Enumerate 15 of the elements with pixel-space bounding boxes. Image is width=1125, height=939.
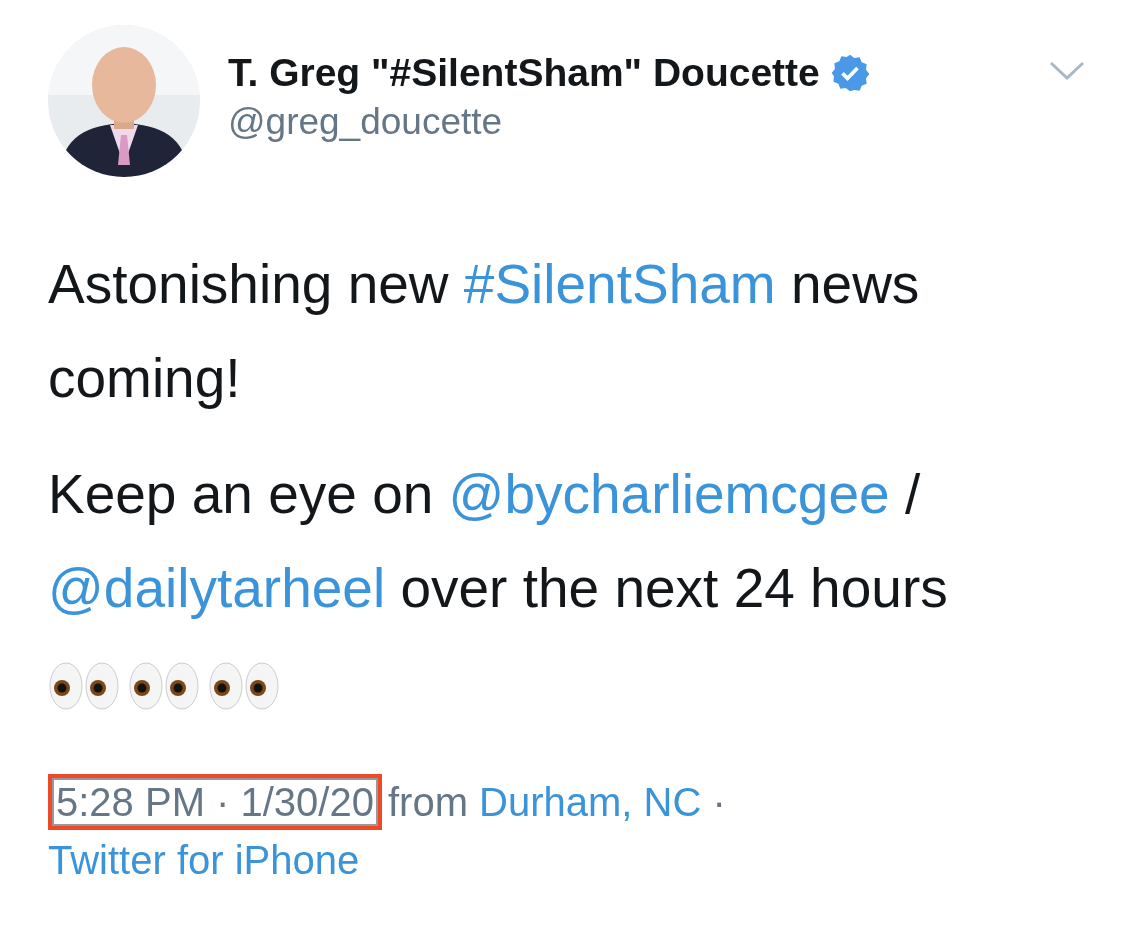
tweet-text: Astonishing new #SilentSham news coming! — [48, 252, 921, 411]
tweet-meta: 5:28 PM · 1/30/20 from Durham, NC · Twitter for iPhone — [48, 773, 968, 889]
eyes-icon — [128, 661, 202, 711]
chevron-down-icon[interactable] — [1049, 61, 1085, 81]
link[interactable]: @dailytarheel — [48, 557, 386, 619]
author-name[interactable]: T. Greg "#SilentSham" Doucette — [228, 51, 820, 95]
link[interactable]: @bycharliemcgee — [448, 463, 890, 525]
link[interactable]: #SilentSham — [463, 253, 776, 315]
author-handle[interactable]: @greg_doucette — [228, 101, 503, 143]
timestamp[interactable]: 5:28 PM · 1/30/20 — [48, 774, 382, 830]
eyes-icon — [208, 661, 282, 711]
eyes-icon — [48, 661, 122, 711]
tweet-text: Keep an eye on @bycharliemcgee / @dailytarheel over the next 24 hours — [48, 462, 949, 621]
link[interactable]: Durham, NC — [479, 780, 702, 824]
link[interactable]: Twitter for iPhone — [48, 838, 360, 882]
